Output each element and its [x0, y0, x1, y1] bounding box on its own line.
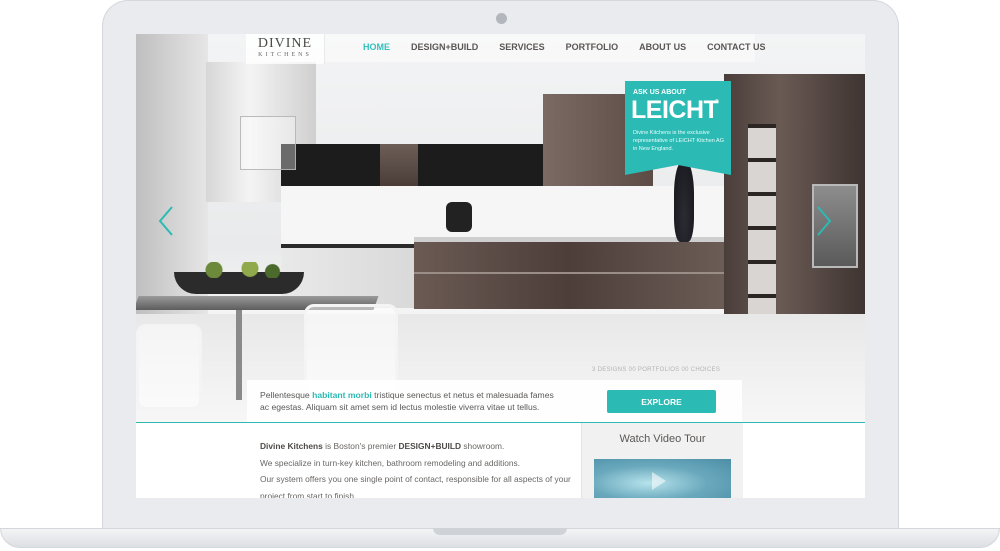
nav-services[interactable]: SERVICES — [499, 42, 544, 52]
nav-design-build[interactable]: DESIGN+BUILD — [411, 42, 478, 52]
badge-brand: LEICHT — [631, 96, 719, 124]
caption-highlight: habitant morbi — [312, 390, 372, 400]
hero-cabinet-line — [414, 272, 724, 274]
video-panel: Watch Video Tour — [581, 423, 743, 498]
logo-title: DIVINE — [257, 36, 313, 51]
hero-lower-cabinet — [414, 239, 724, 309]
nav-about-us[interactable]: ABOUT US — [639, 42, 686, 52]
chevron-right-icon[interactable] — [816, 206, 832, 236]
video-title: Watch Video Tour — [619, 433, 706, 445]
intro-line-1-end: showroom. — [461, 441, 505, 451]
hero-backsplash — [281, 186, 736, 244]
hero-lamp — [240, 116, 296, 170]
badge-pretitle: ASK US ABOUT — [633, 89, 687, 96]
caption-text: Pellentesque habitant morbi tristique se… — [260, 389, 563, 413]
caption-pre: Pellentesque — [260, 390, 313, 400]
leicht-badge[interactable]: ASK US ABOUT LEICHT ® Divine Kitchens is… — [625, 81, 731, 165]
slide-counter: 3 DESIGNS 00 PORTFOLIOS 00 CHOICES — [592, 367, 721, 373]
intro-line-2: We specialize in turn-key kitchen, bathr… — [260, 457, 521, 468]
intro-text: Divine Kitchens is Boston's premier DESI… — [260, 438, 580, 498]
hero-bag — [446, 202, 472, 232]
nav-contact-us[interactable]: CONTACT US — [707, 42, 765, 52]
badge-registered: ® — [715, 99, 719, 105]
site-logo[interactable]: DIVINE KITCHENS — [246, 34, 325, 64]
nav-home[interactable]: HOME — [363, 42, 390, 52]
website-screen: DIVINE KITCHENS HOME DESIGN+BUILD SERVIC… — [136, 34, 865, 498]
logo-subtitle: KITCHENS — [258, 52, 312, 58]
caption-bar: Pellentesque habitant morbi tristique se… — [247, 380, 742, 422]
intro-brand: Divine Kitchens — [260, 441, 323, 451]
video-thumbnail[interactable] — [594, 459, 731, 498]
play-icon[interactable] — [652, 472, 666, 490]
intro-line-3: Our system offers you one single point o… — [260, 474, 571, 498]
hero-table-leg — [236, 310, 242, 400]
hero-slider: DIVINE KITCHENS HOME DESIGN+BUILD SERVIC… — [136, 34, 865, 422]
laptop-notch — [433, 528, 567, 535]
intro-line-1-bold: DESIGN+BUILD — [398, 441, 462, 451]
badge-ribbon-tail — [625, 165, 731, 175]
chevron-left-icon[interactable] — [158, 206, 174, 236]
hero-bookshelf — [748, 124, 776, 344]
nav-portfolio[interactable]: PORTFOLIO — [566, 42, 619, 52]
camera-icon — [496, 13, 507, 24]
explore-button[interactable]: EXPLORE — [607, 390, 716, 413]
intro-line-1: Divine Kitchens is Boston's premier DESI… — [260, 438, 580, 455]
hero-fruit — [196, 262, 286, 278]
badge-description: Divine Kitchens is the exclusive represe… — [633, 130, 724, 152]
main-nav: HOME DESIGN+BUILD SERVICES PORTFOLIO ABO… — [363, 42, 786, 52]
intro-line-1-mid: is Boston's premier — [322, 441, 399, 451]
hero-wood-panel — [380, 144, 418, 186]
hero-chair — [136, 324, 202, 410]
